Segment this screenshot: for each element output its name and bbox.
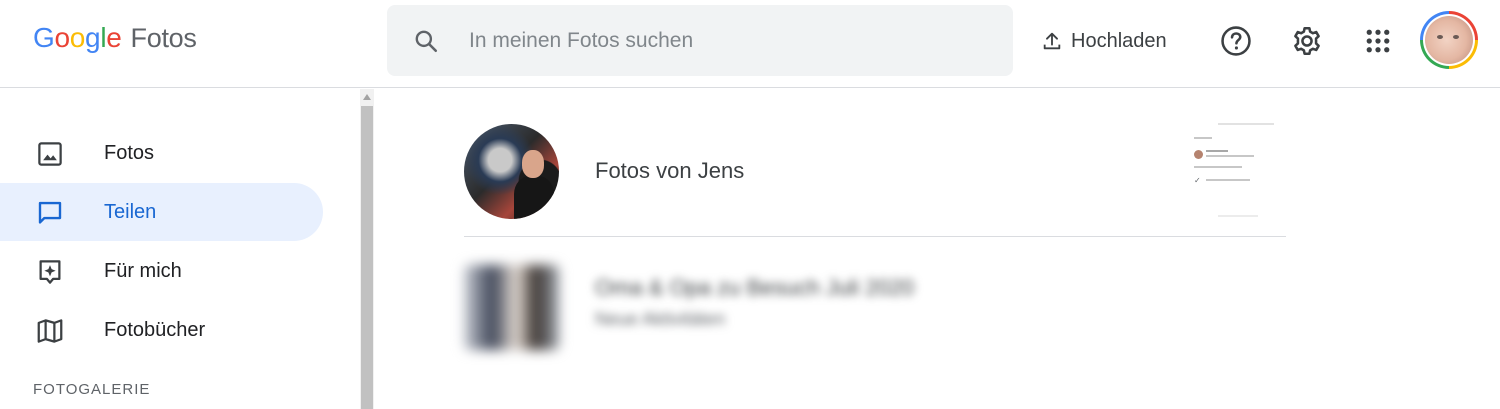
contact-avatar	[464, 124, 559, 219]
preview-line	[1194, 137, 1212, 139]
search-bar[interactable]	[387, 5, 1013, 76]
search-icon[interactable]	[413, 28, 439, 54]
activity-preview-thumbnail: ✓	[1188, 119, 1278, 219]
upload-label: Hochladen	[1071, 29, 1167, 52]
share-thumbnail	[464, 265, 559, 350]
share-list-item[interactable]: Fotos von Jens ✓	[464, 119, 1286, 237]
preview-check-icon: ✓	[1194, 176, 1201, 185]
upload-icon	[1043, 32, 1061, 50]
logo-letter: o	[54, 22, 70, 53]
photo-icon	[38, 142, 62, 166]
logo-letter: e	[106, 22, 122, 53]
sidebar-item-label: Fotos	[104, 141, 155, 164]
sidebar-item-fotobuecher[interactable]: Fotobücher	[0, 301, 323, 359]
share-list-item[interactable]: Oma & Opa zu Besuch Juli 2020 Neue Aktiv…	[464, 255, 1286, 355]
book-icon	[37, 319, 63, 343]
preview-line	[1218, 123, 1274, 125]
sidebar-item-label: Teilen	[104, 200, 157, 223]
help-icon	[1221, 26, 1251, 56]
google-photos-logo[interactable]: Google Fotos	[33, 22, 197, 58]
gear-icon	[1294, 26, 1320, 56]
preview-line	[1194, 166, 1242, 168]
sidebar-item-label: Für mich	[104, 259, 182, 282]
chat-bubble-icon	[38, 201, 62, 224]
logo-letter: g	[85, 22, 101, 53]
sidebar-item-label: Fotobücher	[104, 318, 206, 341]
sidebar-scrollbar[interactable]	[360, 89, 374, 409]
sparkle-icon	[39, 260, 61, 284]
settings-button[interactable]	[1287, 21, 1327, 61]
logo-letter: o	[69, 22, 86, 53]
search-input[interactable]	[469, 28, 969, 53]
share-title: Fotos von Jens	[595, 158, 745, 183]
scrollbar-thumb[interactable]	[361, 106, 373, 409]
sidebar-item-fotos[interactable]: Fotos	[0, 124, 323, 182]
account-avatar[interactable]	[1420, 11, 1478, 69]
product-name: Fotos	[130, 23, 197, 53]
avatar-figure	[522, 150, 544, 178]
preview-line	[1206, 155, 1254, 157]
preview-line	[1206, 179, 1250, 181]
share-subtitle: Neue Aktivitäten	[595, 309, 726, 329]
help-button[interactable]	[1216, 21, 1256, 61]
sidebar-item-teilen[interactable]: Teilen	[0, 183, 323, 241]
preview-line	[1218, 215, 1258, 217]
scroll-up-arrow-icon[interactable]	[360, 89, 374, 105]
sharing-list: Fotos von Jens ✓ Oma & Opa zu Besuch Jul…	[374, 89, 1500, 409]
share-title: Oma & Opa zu Besuch Juli 2020	[595, 275, 915, 300]
preview-avatar	[1194, 150, 1203, 159]
top-app-bar: Google Fotos Hochladen	[0, 0, 1500, 88]
sidebar: Fotos Teilen Für mich Fotobücher FOTOGAL…	[0, 89, 360, 409]
avatar-figure	[514, 176, 554, 219]
preview-line	[1206, 150, 1228, 152]
logo-letter: G	[33, 22, 55, 53]
apps-button[interactable]	[1358, 21, 1398, 61]
avatar-photo	[1425, 16, 1473, 64]
apps-grid-icon	[1366, 29, 1390, 53]
sidebar-item-fuer-mich[interactable]: Für mich	[0, 242, 323, 300]
section-heading-fotogalerie: FOTOGALERIE	[33, 381, 151, 398]
avatar-frame	[1423, 14, 1475, 66]
upload-button[interactable]: Hochladen	[1041, 24, 1167, 58]
